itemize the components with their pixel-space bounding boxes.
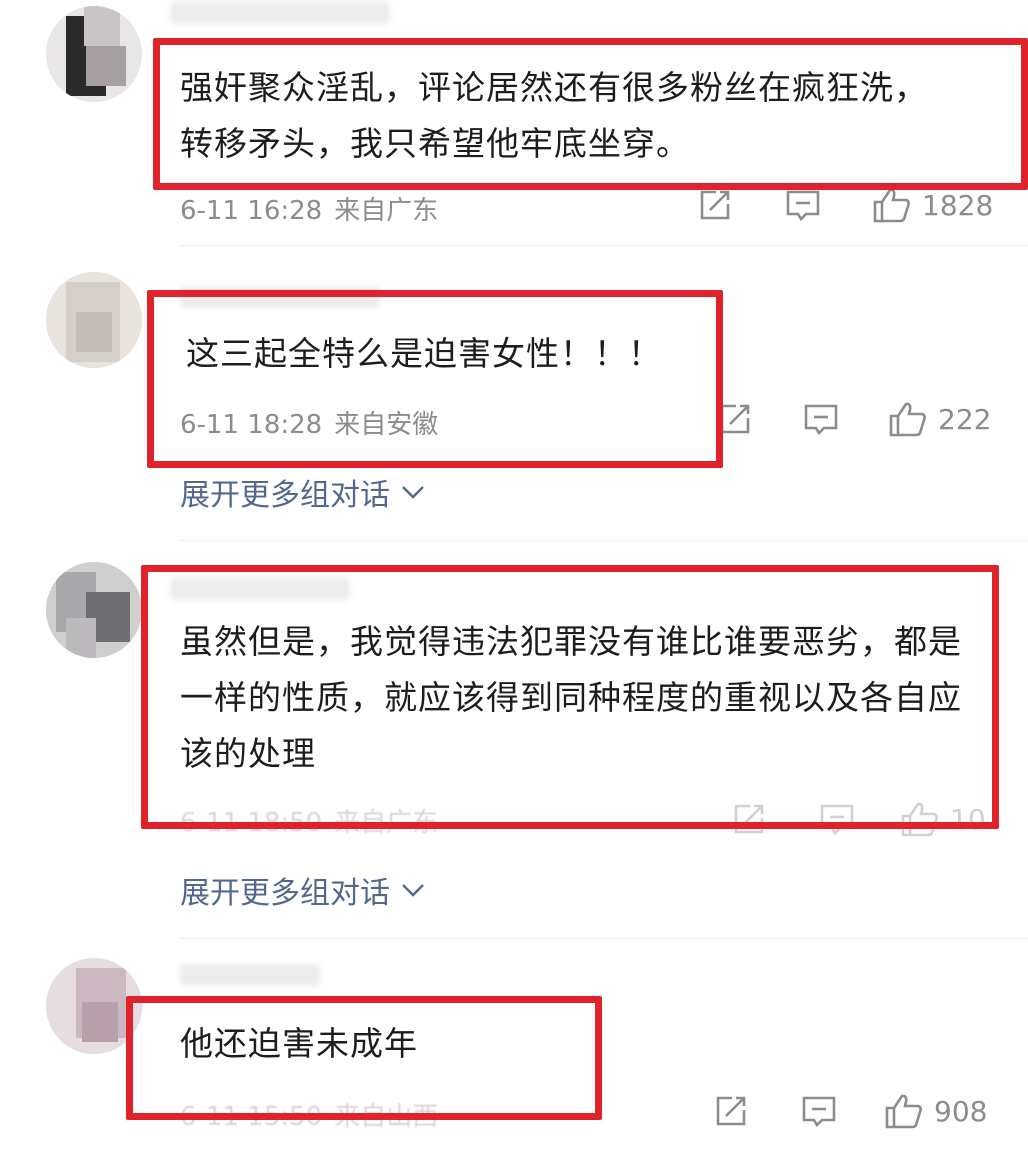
thumbs-up-icon	[889, 402, 926, 437]
share-edit-icon	[720, 404, 750, 434]
share-edit-icon	[700, 190, 730, 220]
like-button[interactable]: 10	[900, 800, 986, 838]
thumbs-up-icon	[885, 1094, 922, 1129]
comment-text: 强奸聚众淫乱，评论居然还有很多粉丝在疯狂洗，转移矛头，我只希望他牢底坐穿。	[180, 68, 928, 163]
expand-label: 展开更多组对话	[180, 478, 390, 513]
repost-button[interactable]	[696, 186, 734, 224]
comment-button[interactable]	[802, 400, 840, 438]
like-button[interactable]: 222	[888, 400, 991, 438]
comment-bubble-icon	[804, 404, 838, 436]
like-count: 222	[938, 402, 992, 436]
expand-label: 展开更多组对话	[180, 876, 390, 911]
thumbs-up-icon	[873, 188, 910, 223]
divider	[180, 938, 1028, 939]
comment-meta: 6-11 15:50 来自山西	[180, 1096, 438, 1133]
like-button[interactable]: 1828	[872, 186, 993, 224]
like-count: 1828	[922, 188, 994, 222]
repost-button[interactable]	[730, 800, 768, 838]
comment-time: 6-11 18:28	[180, 410, 323, 440]
comment-time: 6-11 16:28	[180, 196, 323, 226]
chevron-down-icon	[402, 884, 424, 897]
divider	[180, 540, 1028, 541]
username-blurred	[180, 286, 380, 308]
comment-text: 虽然但是，我觉得违法犯罪没有谁比谁要恶劣，都是一样的性质，就应该得到同种程度的重…	[180, 622, 962, 773]
share-edit-icon	[716, 1096, 746, 1126]
comment-bubble-icon	[786, 190, 820, 222]
divider	[180, 245, 1028, 246]
avatar[interactable]	[46, 6, 142, 102]
repost-button[interactable]	[712, 1092, 750, 1130]
comment-text: 这三起全特么是迫害女性！！！	[186, 334, 662, 373]
username-blurred	[170, 578, 350, 600]
comment-actions: 222	[716, 400, 991, 438]
comment-location: 来自广东	[334, 196, 439, 226]
expand-more-dialogs-link[interactable]: 展开更多组对话	[180, 470, 426, 514]
share-edit-icon	[734, 804, 764, 834]
avatar[interactable]	[46, 562, 142, 658]
comment-actions: 1828	[696, 186, 993, 224]
comment-bubble-icon	[802, 1096, 836, 1128]
comment-actions: 908	[712, 1092, 987, 1130]
username-blurred	[170, 2, 390, 24]
comment-button[interactable]	[818, 800, 856, 838]
chevron-down-icon	[402, 486, 424, 499]
like-count: 10	[950, 802, 986, 836]
comment-location: 来自安徽	[334, 410, 439, 440]
comment-meta: 6-11 16:28 来自广东	[180, 190, 438, 227]
comment-button[interactable]	[784, 186, 822, 224]
comment-time: 6-11 18:50	[180, 808, 323, 838]
comment-time: 6-11 15:50	[180, 1102, 323, 1132]
comment-location: 来自广东	[334, 808, 439, 838]
avatar[interactable]	[46, 958, 142, 1054]
comment-actions: 10	[730, 800, 986, 838]
thumbs-up-icon	[901, 802, 938, 837]
avatar[interactable]	[46, 272, 142, 368]
username-blurred	[180, 964, 320, 986]
comment-bubble-icon	[820, 804, 854, 836]
comment-text: 他还迫害未成年	[180, 1024, 418, 1063]
comment-button[interactable]	[800, 1092, 838, 1130]
repost-button[interactable]	[716, 400, 754, 438]
expand-more-dialogs-link[interactable]: 展开更多组对话	[180, 868, 426, 912]
like-button[interactable]: 908	[884, 1092, 987, 1130]
comment-meta: 6-11 18:50 来自广东	[180, 802, 438, 839]
comment-meta: 6-11 18:28 来自安徽	[180, 404, 438, 441]
like-count: 908	[934, 1094, 988, 1128]
comment-location: 来自山西	[334, 1102, 439, 1132]
